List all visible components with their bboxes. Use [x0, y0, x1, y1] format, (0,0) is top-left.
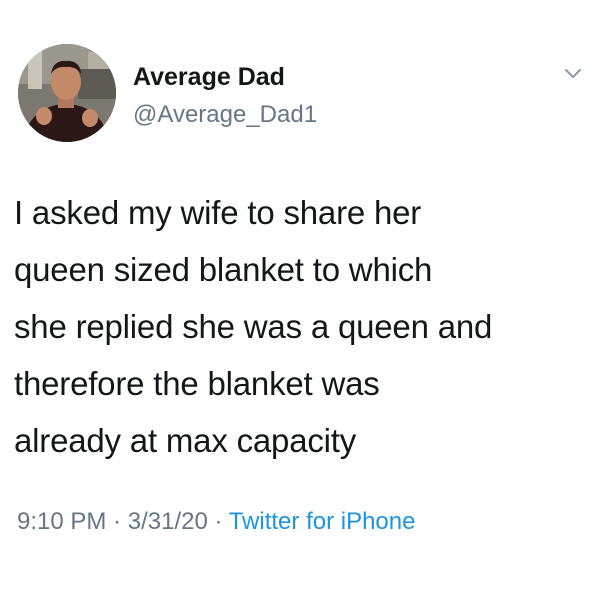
tweet-text-line: she replied she was a queen and	[14, 308, 493, 345]
tweet-text-line: therefore the blanket was	[14, 365, 380, 402]
avatar[interactable]	[18, 44, 116, 142]
tweet-date[interactable]: 3/31/20	[128, 508, 208, 535]
meta-separator: ·	[113, 508, 122, 535]
meta-separator: ·	[214, 508, 223, 535]
tweet-text-line: I asked my wife to share her	[14, 194, 422, 231]
user-handle[interactable]: @Average_Dad1	[133, 101, 317, 129]
tweet-card: Average Dad @Average_Dad1 I asked my wif…	[0, 0, 600, 600]
tweet-source-link[interactable]: Twitter for iPhone	[229, 508, 416, 535]
tweet-text: I asked my wife to share her queen sized…	[14, 184, 594, 469]
display-name[interactable]: Average Dad	[133, 63, 285, 92]
tweet-text-line: already at max capacity	[14, 422, 357, 459]
chevron-down-icon[interactable]	[564, 68, 582, 80]
tweet-time[interactable]: 9:10 PM	[17, 508, 106, 535]
tweet-text-line: queen sized blanket to which	[14, 251, 433, 288]
profile-photo-icon	[18, 44, 116, 142]
tweet-metadata: 9:10 PM · 3/31/20 · Twitter for iPhone	[17, 508, 415, 536]
